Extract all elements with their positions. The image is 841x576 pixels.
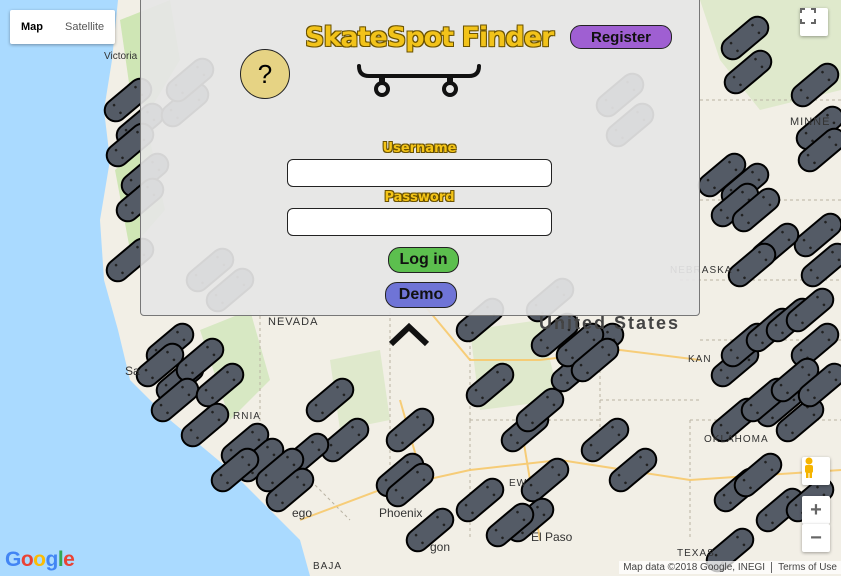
- label-baja: BAJA: [313, 561, 343, 572]
- collapse-chevron-up-icon[interactable]: [388, 322, 430, 348]
- help-icon: ?: [257, 58, 273, 89]
- label-minnesota: MINNE: [790, 116, 831, 128]
- skatespot-marker[interactable]: [724, 239, 780, 291]
- label-el-paso: El Paso: [531, 530, 573, 544]
- help-button[interactable]: ?: [240, 49, 290, 99]
- fullscreen-button[interactable]: [800, 8, 828, 36]
- label-gon: gon: [430, 540, 451, 554]
- skatespot-marker[interactable]: [452, 474, 508, 526]
- label-oklahoma: OKLAHOMA: [704, 434, 769, 445]
- label-ego: ego: [292, 506, 313, 520]
- label-united-states: United States: [539, 313, 681, 333]
- map-attribution: Map data ©2018 Google, INEGI Terms of Us…: [619, 561, 841, 574]
- street-view-pegman-button[interactable]: [802, 457, 830, 485]
- fullscreen-icon: [800, 8, 816, 24]
- password-input[interactable]: [287, 208, 552, 236]
- map-type-satellite-button[interactable]: Satellite: [54, 10, 115, 44]
- label-phoenix: Phoenix: [379, 506, 423, 520]
- skatespot-marker[interactable]: [787, 59, 841, 111]
- skatespot-marker[interactable]: [302, 374, 358, 426]
- skateboard-icon: [357, 64, 481, 97]
- skatespot-marker[interactable]: [577, 414, 633, 466]
- skatespot-marker[interactable]: [605, 444, 661, 496]
- google-logo: Google: [5, 548, 75, 571]
- login-button[interactable]: Log in: [388, 247, 459, 273]
- app-title: SkateSpot Finder: [305, 22, 554, 53]
- password-label: Password: [384, 190, 455, 205]
- register-button[interactable]: Register: [570, 25, 672, 49]
- terms-of-use-link[interactable]: Terms of Use: [771, 562, 837, 573]
- skatespot-marker[interactable]: [462, 359, 518, 411]
- label-texas: TEXAS: [677, 548, 715, 559]
- label-rnia: RNIA: [233, 411, 261, 422]
- label-nevada: NEVADA: [268, 316, 319, 328]
- zoom-in-button[interactable]: +: [802, 496, 830, 524]
- label-kansas: KAN: [688, 354, 712, 365]
- skatespot-marker[interactable]: [382, 404, 438, 456]
- username-input[interactable]: [287, 159, 552, 187]
- pegman-icon: [805, 457, 813, 478]
- label-new-mexico: EW: [509, 478, 528, 489]
- zoom-out-button[interactable]: −: [802, 524, 830, 552]
- map-type-map-button[interactable]: Map: [10, 10, 54, 44]
- label-victoria: Victoria: [104, 51, 138, 62]
- demo-button[interactable]: Demo: [385, 282, 457, 308]
- label-sa: Sa: [125, 364, 140, 378]
- map-data-text: Map data ©2018 Google, INEGI: [623, 562, 766, 573]
- username-label: Username: [382, 141, 457, 156]
- map-type-control: Map Satellite: [10, 10, 116, 44]
